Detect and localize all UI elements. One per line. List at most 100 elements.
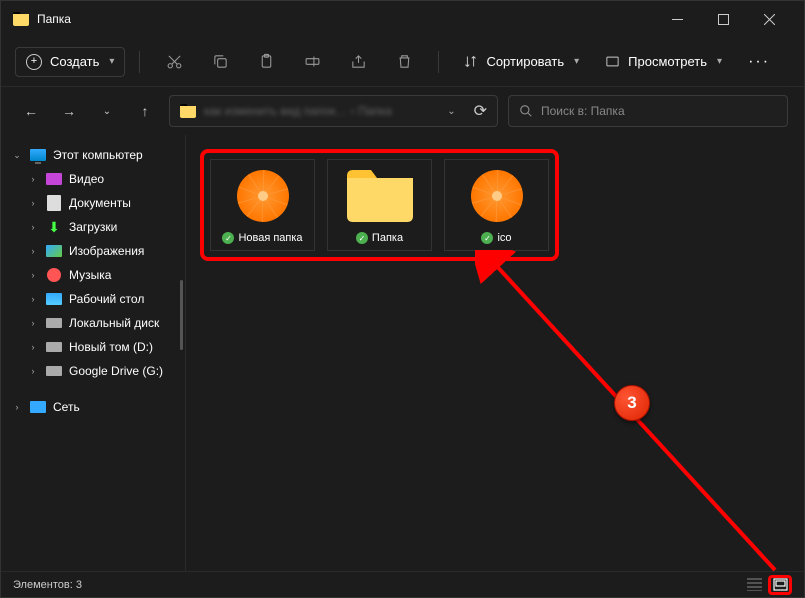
address-path: как изменить вид папок… › Папка xyxy=(204,104,439,118)
sidebar-label: Локальный диск xyxy=(69,316,159,330)
network-icon xyxy=(30,401,46,413)
sidebar-label: Видео xyxy=(69,172,104,186)
sidebar-label: Музыка xyxy=(69,268,111,282)
pc-icon xyxy=(30,149,46,161)
sidebar-label: Загрузки xyxy=(69,220,117,234)
sidebar-label: Google Drive (G:) xyxy=(69,364,163,378)
more-button[interactable]: ··· xyxy=(738,47,780,77)
expand-icon[interactable]: › xyxy=(27,342,39,352)
file-name: Папка xyxy=(372,232,403,244)
sync-badge-icon: ✓ xyxy=(356,232,368,244)
disk-icon xyxy=(46,318,62,328)
disk-icon xyxy=(46,366,62,376)
file-content-area[interactable]: ✓ Новая папка ✓ Папка ✓ ico xyxy=(186,135,804,571)
close-button[interactable] xyxy=(746,1,792,37)
sidebar-label: Этот компьютер xyxy=(53,148,143,162)
file-item[interactable]: ✓ Новая папка xyxy=(210,159,315,251)
cut-button[interactable] xyxy=(154,42,194,82)
create-label: Создать xyxy=(50,54,99,69)
share-button[interactable] xyxy=(338,42,378,82)
download-icon: ⬇ xyxy=(45,219,63,235)
back-button[interactable]: ← xyxy=(17,97,45,125)
sidebar-item-music[interactable]: › Музыка xyxy=(5,263,181,287)
file-name: Новая папка xyxy=(238,232,302,244)
sidebar-label: Новый том (D:) xyxy=(69,340,153,354)
refresh-button[interactable]: ⟳ xyxy=(474,101,487,121)
icons-view-button[interactable] xyxy=(768,575,792,595)
chevron-down-icon: ▾ xyxy=(109,56,114,67)
scrollbar-thumb[interactable] xyxy=(180,280,183,350)
sidebar-item-network[interactable]: › Сеть xyxy=(5,395,181,419)
forward-button[interactable]: → xyxy=(55,97,83,125)
paste-button[interactable] xyxy=(246,42,286,82)
view-button[interactable]: Просмотреть ▾ xyxy=(595,48,732,75)
status-count-label: Элементов: xyxy=(13,579,73,591)
sidebar-item-google-drive[interactable]: › Google Drive (G:) xyxy=(5,359,181,383)
expand-icon[interactable]: › xyxy=(27,366,39,376)
sidebar-item-video[interactable]: › Видео xyxy=(5,167,181,191)
sort-button[interactable]: Сортировать ▾ xyxy=(453,48,589,75)
chevron-down-icon: ▾ xyxy=(574,56,579,67)
sidebar-item-this-pc[interactable]: ⌄ Этот компьютер xyxy=(5,143,181,167)
expand-icon[interactable]: › xyxy=(27,174,39,184)
minimize-button[interactable] xyxy=(654,1,700,37)
sidebar-label: Рабочий стол xyxy=(69,292,144,306)
collapse-icon[interactable]: ⌄ xyxy=(11,150,23,161)
recent-button[interactable]: ⌄ xyxy=(93,97,121,125)
annotation-highlight: ✓ Новая папка ✓ Папка ✓ ico xyxy=(200,149,559,261)
expand-icon[interactable]: › xyxy=(27,294,39,304)
window-title: Папка xyxy=(37,12,654,26)
document-icon xyxy=(47,195,61,211)
sidebar-label: Изображения xyxy=(69,244,144,258)
separator xyxy=(139,51,140,73)
annotation-step-badge: 3 xyxy=(614,385,650,421)
delete-button[interactable] xyxy=(384,42,424,82)
sort-icon xyxy=(463,54,478,69)
file-item[interactable]: ✓ ico xyxy=(444,159,549,251)
status-count: 3 xyxy=(76,579,82,591)
address-bar: ← → ⌄ ↑ как изменить вид папок… › Папка … xyxy=(1,87,804,135)
titlebar: Папка xyxy=(1,1,804,37)
expand-icon[interactable]: › xyxy=(27,222,39,232)
sidebar-item-desktop[interactable]: › Рабочий стол xyxy=(5,287,181,311)
music-icon xyxy=(47,268,61,282)
orange-icon xyxy=(471,170,523,222)
expand-icon[interactable]: › xyxy=(11,402,23,412)
toolbar: + Создать ▾ Сортировать ▾ Просмотреть ▾ … xyxy=(1,37,804,87)
view-label: Просмотреть xyxy=(628,54,707,69)
sidebar-item-downloads[interactable]: › ⬇ Загрузки xyxy=(5,215,181,239)
expand-icon[interactable]: › xyxy=(27,318,39,328)
sidebar-label: Сеть xyxy=(53,400,80,414)
sidebar-item-new-volume[interactable]: › Новый том (D:) xyxy=(5,335,181,359)
sync-badge-icon: ✓ xyxy=(481,232,493,244)
video-icon xyxy=(46,173,62,185)
sidebar-label: Документы xyxy=(69,196,131,210)
desktop-icon xyxy=(46,293,62,305)
sidebar-item-documents[interactable]: › Документы xyxy=(5,191,181,215)
file-name: ico xyxy=(497,232,511,244)
status-bar: Элементов: 3 xyxy=(1,571,804,597)
image-icon xyxy=(46,245,62,257)
chevron-down-icon[interactable]: ⌄ xyxy=(447,106,455,117)
sidebar-item-local-disk[interactable]: › Локальный диск xyxy=(5,311,181,335)
sort-label: Сортировать xyxy=(486,54,564,69)
sidebar-item-pictures[interactable]: › Изображения xyxy=(5,239,181,263)
up-button[interactable]: ↑ xyxy=(131,97,159,125)
separator xyxy=(438,51,439,73)
maximize-button[interactable] xyxy=(700,1,746,37)
sync-badge-icon: ✓ xyxy=(222,232,234,244)
search-field[interactable]: Поиск в: Папка xyxy=(508,95,788,127)
copy-button[interactable] xyxy=(200,42,240,82)
folder-icon xyxy=(180,104,196,118)
details-view-button[interactable] xyxy=(742,575,766,595)
address-field[interactable]: как изменить вид папок… › Папка ⌄ ⟳ xyxy=(169,95,498,127)
search-icon xyxy=(519,104,533,118)
expand-icon[interactable]: › xyxy=(27,198,39,208)
sidebar: ⌄ Этот компьютер › Видео › Документы › ⬇ Заг… xyxy=(1,135,186,571)
expand-icon[interactable]: › xyxy=(27,270,39,280)
rename-button[interactable] xyxy=(292,42,332,82)
expand-icon[interactable]: › xyxy=(27,246,39,256)
plus-icon: + xyxy=(26,54,42,70)
create-button[interactable]: + Создать ▾ xyxy=(15,47,125,77)
file-item[interactable]: ✓ Папка xyxy=(327,159,432,251)
